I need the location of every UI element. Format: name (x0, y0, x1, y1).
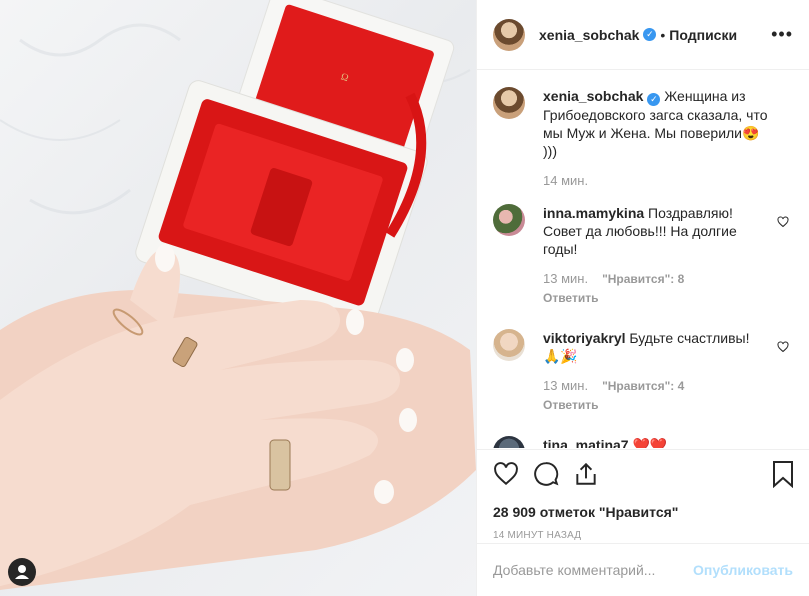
rings-illustration: Ω (0, 0, 476, 590)
avatar[interactable] (493, 329, 525, 361)
avatar[interactable] (493, 204, 525, 236)
comment-like-icon[interactable] (777, 216, 789, 228)
verified-badge-icon: ✓ (643, 28, 657, 41)
instagram-post: Ω xenia_sobchak ✓ • Подписки ••• xenia_s… (0, 0, 809, 596)
comment-time: 13 мин. (543, 271, 589, 286)
post-actions: 28 909 отметок "Нравится" 14 МИНУТ НАЗАД (477, 449, 809, 541)
follow-button[interactable]: Подписки (669, 27, 737, 43)
user-tag-icon[interactable] (8, 558, 36, 586)
comment-input[interactable] (493, 562, 694, 578)
comment-likes[interactable]: "Нравится": 4 (602, 379, 684, 393)
bookmark-icon[interactable] (771, 460, 795, 488)
post-timestamp: 14 МИНУТ НАЗАД (493, 530, 582, 541)
publish-button[interactable]: Опубликовать (693, 562, 793, 578)
likes-count[interactable]: 28 909 отметок "Нравится" (493, 504, 793, 520)
caption-username[interactable]: xenia_sobchak (543, 88, 643, 104)
comment-time: 13 мин. (543, 378, 589, 393)
separator-dot: • (660, 26, 666, 43)
comment-like-icon[interactable] (777, 341, 789, 353)
caption: xenia_sobchak ✓ Женщина из Грибоедовского… (493, 87, 793, 190)
author-avatar[interactable] (493, 18, 525, 51)
avatar[interactable] (493, 87, 525, 119)
comment-likes[interactable]: "Нравится": 8 (602, 272, 684, 286)
comment-username[interactable]: viktoriyakryl (543, 330, 626, 346)
post-panel: xenia_sobchak ✓ • Подписки ••• xenia_sob… (476, 0, 809, 596)
heart-icon[interactable] (493, 461, 519, 487)
comment-username[interactable]: inna.mamykina (543, 205, 644, 221)
post-header: xenia_sobchak ✓ • Подписки ••• (477, 0, 809, 70)
list-item: tina_matina7 ❤️❤️ (493, 436, 793, 448)
post-photo[interactable]: Ω (0, 0, 476, 596)
reply-button[interactable]: Ответить (543, 289, 769, 307)
author-username[interactable]: xenia_sobchak (539, 27, 639, 43)
caption-time: 14 мин. (543, 173, 589, 188)
verified-badge-icon: ✓ (647, 93, 661, 106)
comment-icon[interactable] (533, 461, 559, 487)
more-options-icon[interactable]: ••• (771, 24, 793, 45)
comment-username[interactable]: tina_matina7 (543, 437, 629, 448)
reply-button[interactable]: Ответить (543, 396, 769, 414)
add-comment-bar: Опубликовать (477, 543, 809, 596)
list-item: inna.mamykina Поздравляю! Совет да любов… (493, 204, 793, 307)
comments-list[interactable]: xenia_sobchak ✓ Женщина из Грибоедовского… (477, 71, 809, 448)
avatar[interactable] (493, 436, 525, 448)
comment-text: ❤️❤️ (632, 437, 668, 448)
share-icon[interactable] (573, 461, 599, 487)
list-item: viktoriyakryl Будьте счастливы! 🙏🎉 13 ми… (493, 329, 793, 414)
